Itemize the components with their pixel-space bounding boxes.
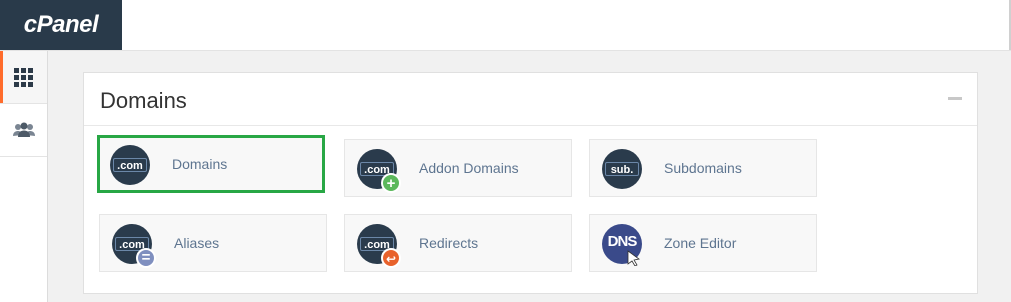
subdomains-icon: sub. <box>602 149 642 189</box>
addon-domains-icon: .com + <box>357 149 401 193</box>
tile-label: Aliases <box>174 235 220 251</box>
users-icon <box>12 122 35 137</box>
panel-title: Domains <box>100 88 187 113</box>
com-badge: .com <box>113 158 147 172</box>
tile-label: Zone Editor <box>664 235 737 251</box>
logo-text: cPanel <box>23 11 99 38</box>
left-sidebar <box>0 51 48 302</box>
sidebar-item-users[interactable] <box>0 104 47 157</box>
redirect-arrow-icon: ↩ <box>381 248 401 268</box>
tile-label: Subdomains <box>664 160 742 176</box>
tile-label: Addon Domains <box>419 160 519 176</box>
addon-domains-tile[interactable]: .com + Addon Domains <box>344 139 572 197</box>
main-content: Domains .com Domains .com + Addon Domain… <box>48 51 1011 302</box>
top-header: cPanel <box>0 0 1011 51</box>
zone-editor-icon: DNS <box>602 224 642 266</box>
domains-icon: .com <box>110 145 150 185</box>
aliases-icon: .com = <box>112 224 156 268</box>
redirects-tile[interactable]: .com ↩ Redirects <box>344 214 572 272</box>
aliases-tile[interactable]: .com = Aliases <box>99 214 327 272</box>
collapse-icon[interactable] <box>948 97 962 100</box>
equals-icon: = <box>136 248 156 268</box>
cpanel-logo[interactable]: cPanel <box>0 0 122 50</box>
tile-label: Redirects <box>419 235 479 251</box>
cursor-icon <box>627 250 640 266</box>
dns-text: DNS <box>607 233 638 250</box>
domains-panel: Domains .com Domains .com + Addon Domain… <box>83 72 978 294</box>
redirects-icon: .com ↩ <box>357 224 401 268</box>
zone-editor-tile[interactable]: DNS Zone Editor <box>589 214 817 272</box>
sidebar-item-tools[interactable] <box>0 51 47 104</box>
subdomains-tile[interactable]: sub. Subdomains <box>589 139 817 197</box>
domains-tile[interactable]: .com Domains <box>97 135 325 193</box>
plus-icon: + <box>381 173 401 193</box>
panel-header: Domains <box>84 73 977 126</box>
grid-icon <box>14 67 33 87</box>
sub-badge: sub. <box>605 162 639 176</box>
tile-label: Domains <box>172 156 228 172</box>
